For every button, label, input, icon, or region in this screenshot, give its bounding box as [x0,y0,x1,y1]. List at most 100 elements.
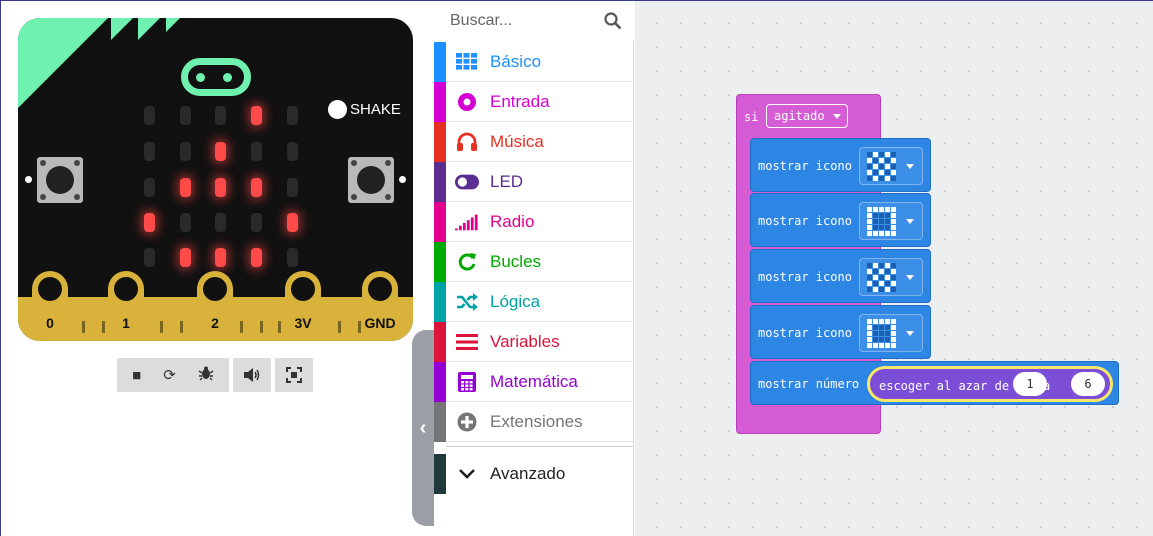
button-a[interactable] [37,157,83,203]
led-4-2 [215,248,226,267]
led-3-3 [251,213,262,232]
category-label: Variables [490,332,560,351]
category-matematica[interactable]: Matemática [434,362,634,402]
led-4-1 [180,248,191,267]
category-color-bar [434,282,446,322]
random-to-input[interactable]: 6 [1071,372,1105,396]
category-label: LED [490,172,524,191]
led-0-4 [287,106,298,125]
random-from-input[interactable]: 1 [1013,372,1047,396]
show-icon-block[interactable]: mostrar icono [750,249,931,303]
category-basico[interactable]: Básico [434,42,634,82]
pin-hole [114,277,138,301]
edge-tick [260,321,263,333]
icon-picker-dropdown[interactable] [859,258,923,296]
category-label: Avanzado [490,464,566,483]
category-radio[interactable]: Radio [434,202,634,242]
category-led[interactable]: LED [434,162,634,202]
random-block[interactable]: escoger al azar de 1 a 6 [867,366,1113,402]
show-icon-label: mostrar icono [758,270,852,284]
show-number-block[interactable]: mostrar número escoger al azar de 1 a 6 [750,361,1119,405]
calculator-icon [455,372,479,392]
led-1-3 [251,142,262,161]
edge-tick [102,321,105,333]
led-0-1 [180,106,191,125]
microbit-board[interactable]: SHAKE A B 0 1 2 3V GND [18,18,413,341]
led-2-4 [287,178,298,197]
caret-down-icon [906,275,914,280]
pin-1[interactable]: 1 [108,271,144,341]
category-advanced[interactable]: Avanzado [434,454,634,494]
plus-circle-icon [455,412,479,432]
icon-picker-dropdown[interactable] [859,147,923,185]
category-color-bar [434,82,446,122]
blocks-workspace[interactable]: si agitado mostrar icono mostrar icono mos… [635,1,1153,536]
pin-label: 0 [46,315,54,331]
headphones-icon [455,132,479,152]
category-label: Básico [490,52,542,71]
icon-picker-dropdown[interactable] [859,202,923,240]
logo-icon[interactable] [181,58,251,96]
search-icon[interactable] [604,12,622,30]
collapse-simulator-button[interactable]: ‹ [412,330,434,526]
pin-label: 3V [294,315,312,331]
led-2-2 [215,178,226,197]
simulator-toolbar: ■ ⟳ [117,358,313,392]
square-led-icon [867,319,896,348]
category-color-bar [434,162,446,202]
led-3-1 [180,213,191,232]
led-1-4 [287,142,298,161]
pin-hole [203,277,227,301]
restart-icon[interactable]: ⟳ [163,366,176,384]
led-3-0 [144,213,155,232]
category-variables[interactable]: Variables [434,322,634,362]
fullscreen-icon[interactable] [275,358,313,392]
gesture-dropdown[interactable]: agitado [766,104,848,128]
edge-tick [82,321,85,333]
category-color-bar [434,322,446,362]
led-1-0 [144,142,155,161]
show-icon-block[interactable]: mostrar icono [750,305,931,359]
led-4-3 [251,248,262,267]
caret-down-icon [906,164,914,169]
square-led-icon [867,207,896,236]
button-b[interactable] [348,157,394,203]
chevron-left-icon: ‹ [419,416,427,439]
edge-tick [240,321,243,333]
toolbox: Básico Entrada Música LED Radio Bucles Lógica V… [434,1,634,536]
caret-down-icon [906,219,914,224]
category-musica[interactable]: Música [434,122,634,162]
debug-icon[interactable] [198,365,214,385]
icon-picker-dropdown[interactable] [859,314,923,352]
led-0-2 [215,106,226,125]
pin-0[interactable]: 0 [32,271,68,341]
button-b-label: B [372,125,380,136]
category-color-bar [434,42,446,82]
edge-tick [358,321,361,333]
category-logica[interactable]: Lógica [434,282,634,322]
shake-button[interactable] [328,100,347,119]
category-color-bar [434,242,446,282]
caret-down-icon [906,331,914,336]
sound-icon[interactable] [233,358,271,392]
app-root: SHAKE A B 0 1 2 3V GND ■ ⟳ ‹ Buscar... B… [0,0,1153,536]
signal-bars-icon [455,212,479,232]
show-icon-block[interactable]: mostrar icono [750,138,931,192]
pin-3v[interactable]: 3V [285,271,321,341]
pin-2[interactable]: 2 [197,271,233,341]
stop-icon[interactable]: ■ [132,367,141,384]
pin-gnd[interactable]: GND [362,271,398,341]
led-2-0 [144,178,155,197]
show-icon-label: mostrar icono [758,214,852,228]
show-icon-block[interactable]: mostrar icono [750,193,931,247]
category-entrada[interactable]: Entrada [434,82,634,122]
category-bucles[interactable]: Bucles [434,242,634,282]
toolbox-separator [446,446,634,447]
side-hole-right [399,176,406,183]
led-3-4 [287,213,298,232]
category-extensiones[interactable]: Extensiones [434,402,634,442]
edge-tick [278,321,281,333]
led-3-2 [215,213,226,232]
category-label: Bucles [490,252,542,271]
pin-label: 1 [122,315,130,331]
